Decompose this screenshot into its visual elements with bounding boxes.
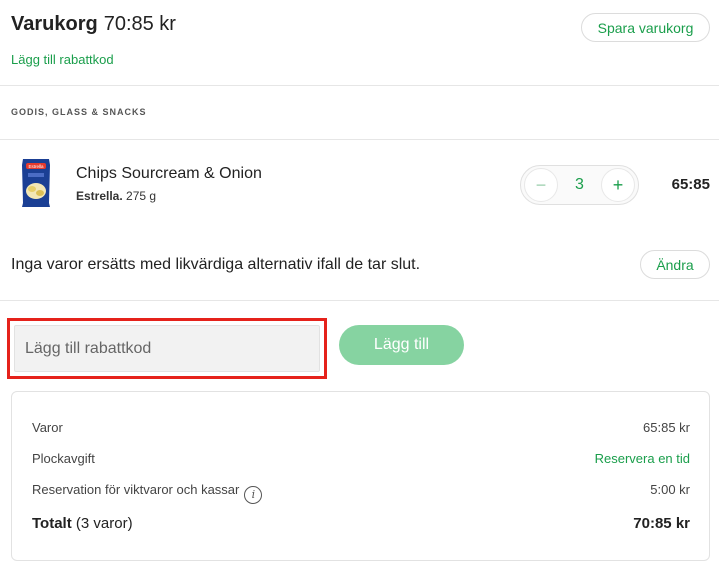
total-count: (3 varor): [75, 515, 133, 532]
reservation-label: Reservation för viktvaror och kassar: [32, 482, 240, 497]
substitution-row: Inga varor ersätts med likvärdiga altern…: [0, 229, 719, 301]
info-icon[interactable]: i: [244, 486, 263, 504]
product-thumbnail[interactable]: Estrella: [20, 157, 52, 209]
save-cart-button[interactable]: Spara varukorg: [581, 13, 710, 42]
fee-label: Plockavgift: [32, 451, 95, 466]
items-value: 65:85 kr: [643, 420, 690, 435]
product-brand: Estrella.: [76, 189, 123, 203]
change-substitution-button[interactable]: Ändra: [640, 250, 710, 279]
thumb-brand-text: Estrella: [28, 164, 44, 169]
quantity-stepper: − 3 +: [520, 165, 639, 205]
cart-title-label: Varukorg: [11, 13, 98, 35]
cart-header: Varukorg 70:85 kr Spara varukorg Lägg til…: [0, 0, 719, 86]
cart-total: 70:85 kr: [103, 13, 176, 35]
substitution-text: Inga varor ersätts med likvärdiga altern…: [11, 256, 421, 273]
discount-code-input[interactable]: [14, 325, 320, 372]
increase-quantity-button[interactable]: +: [601, 168, 635, 202]
reserve-time-link[interactable]: Reservera en tid: [595, 451, 690, 466]
category-name: GODIS, GLASS & SNACKS: [11, 107, 147, 117]
order-summary: Varor 65:85 kr Plockavgift Reservera en …: [11, 391, 710, 561]
total-label: Totalt: [32, 515, 72, 532]
cart-item: Estrella Chips Sourcream & Onion Estrell…: [0, 141, 719, 229]
total-value: 70:85 kr: [633, 515, 690, 532]
product-size: 275 g: [126, 189, 157, 203]
product-name[interactable]: Chips Sourcream & Onion: [76, 165, 262, 183]
reservation-value: 5:00 kr: [650, 482, 690, 497]
items-label: Varor: [32, 420, 63, 435]
apply-discount-button[interactable]: Lägg till: [339, 325, 464, 365]
discount-code-highlight: [7, 318, 327, 379]
category-header: GODIS, GLASS & SNACKS: [0, 87, 719, 140]
product-meta: Estrella. 275 g: [76, 189, 156, 203]
product-price: 65:85: [671, 176, 710, 193]
add-discount-code-link[interactable]: Lägg till rabattkod: [11, 52, 114, 67]
cart-title: Varukorg 70:85 kr: [11, 13, 176, 36]
